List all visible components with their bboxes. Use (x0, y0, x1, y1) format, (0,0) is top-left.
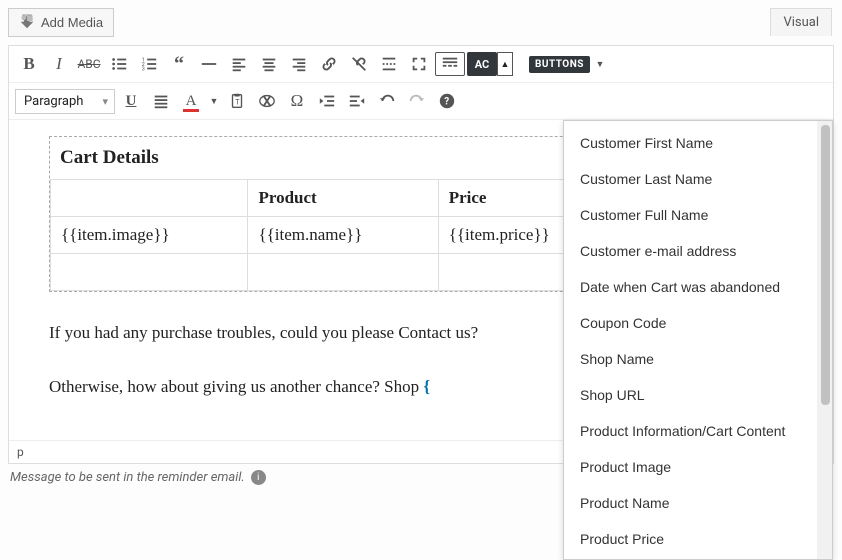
underline-button[interactable]: U (117, 87, 145, 115)
content-area: Cart Details Product Price Quantity {{it… (9, 120, 833, 440)
text-color-caret[interactable]: ▼ (207, 87, 221, 115)
justify-button[interactable] (147, 87, 175, 115)
merge-tag-dropdown: Customer First NameCustomer Last NameCus… (563, 120, 833, 560)
link-button[interactable] (315, 50, 343, 78)
dropdown-item[interactable]: Shop URL (564, 377, 832, 413)
undo-button[interactable] (373, 87, 401, 115)
clear-formatting-button[interactable] (253, 87, 281, 115)
dropdown-item[interactable]: Coupon Code (564, 305, 832, 341)
ac-dropdown-caret[interactable]: ▲ (497, 52, 513, 76)
toolbar-toggle-button[interactable] (435, 52, 465, 76)
align-right-button[interactable] (285, 50, 313, 78)
special-char-button[interactable]: Ω (283, 87, 311, 115)
hr-button[interactable] (195, 50, 223, 78)
help-button[interactable]: ? (433, 87, 461, 115)
text-color-button[interactable]: A (177, 87, 205, 115)
format-select[interactable]: Paragraph (15, 89, 115, 114)
dropdown-item[interactable]: Date when Cart was abandoned (564, 269, 832, 305)
dropdown-item[interactable]: Product Image (564, 449, 832, 485)
fullscreen-button[interactable] (405, 50, 433, 78)
shop-link[interactable]: { (423, 377, 430, 396)
media-icon (19, 13, 35, 32)
tab-visual[interactable]: Visual (770, 8, 832, 36)
editor: B I ABC 123 “ AC ▲ BUTTONS ▼ Paragraph U… (8, 45, 834, 464)
dropdown-item[interactable]: Customer e-mail address (564, 233, 832, 269)
add-media-button[interactable]: Add Media (8, 8, 114, 37)
cell-name: {{item.name}} (248, 217, 438, 254)
toolbar-row-2: Paragraph U A ▼ T Ω ? (9, 83, 833, 120)
buttons-insert-button[interactable]: BUTTONS (529, 56, 590, 73)
info-icon[interactable]: i (251, 470, 266, 485)
svg-text:3: 3 (142, 66, 145, 72)
col-image (51, 180, 248, 217)
outdent-button[interactable] (313, 87, 341, 115)
bullet-list-button[interactable] (105, 50, 133, 78)
indent-button[interactable] (343, 87, 371, 115)
strikethrough-button[interactable]: ABC (75, 50, 103, 78)
paste-text-button[interactable]: T (223, 87, 251, 115)
redo-button[interactable] (403, 87, 431, 115)
read-more-button[interactable] (375, 50, 403, 78)
dropdown-item[interactable]: Product Information/Cart Content (564, 413, 832, 449)
dropdown-item[interactable]: Product Price (564, 521, 832, 557)
bold-button[interactable]: B (15, 50, 43, 78)
dropdown-item[interactable]: Product Name (564, 485, 832, 521)
buttons-dropdown-caret[interactable]: ▼ (592, 52, 608, 76)
ac-merge-tag-button[interactable]: AC (467, 52, 497, 76)
svg-text:T: T (235, 98, 240, 107)
scrollbar-thumb[interactable] (821, 125, 830, 405)
toolbar-row-1: B I ABC 123 “ AC ▲ BUTTONS ▼ (9, 46, 833, 83)
cell-image: {{item.image}} (51, 217, 248, 254)
numbered-list-button[interactable]: 123 (135, 50, 163, 78)
add-media-label: Add Media (41, 15, 103, 30)
align-left-button[interactable] (225, 50, 253, 78)
italic-button[interactable]: I (45, 50, 73, 78)
dropdown-item[interactable]: Customer First Name (564, 125, 832, 161)
svg-text:?: ? (444, 97, 449, 108)
dropdown-item[interactable]: Customer Last Name (564, 161, 832, 197)
dropdown-item[interactable]: Shop Name (564, 341, 832, 377)
dropdown-item[interactable]: Customer Full Name (564, 197, 832, 233)
align-center-button[interactable] (255, 50, 283, 78)
col-product: Product (248, 180, 438, 217)
blockquote-button[interactable]: “ (165, 50, 193, 78)
unlink-button[interactable] (345, 50, 373, 78)
dropdown-scrollbar[interactable] (817, 121, 832, 559)
